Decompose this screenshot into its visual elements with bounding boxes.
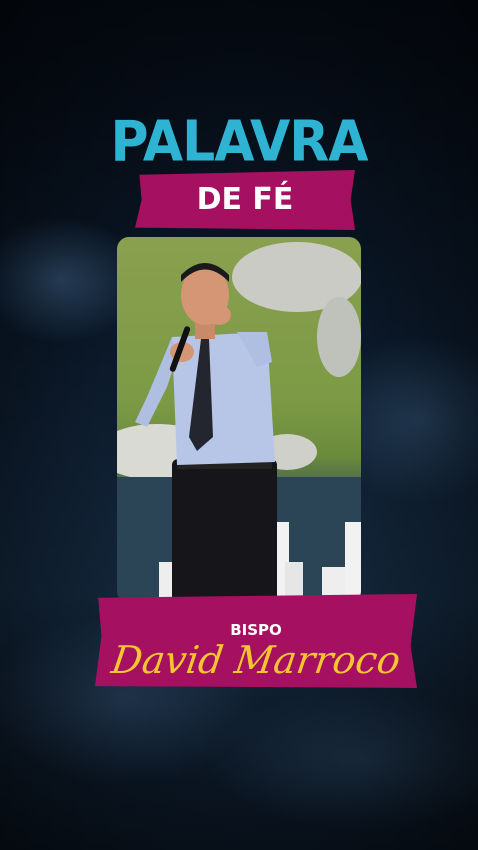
sheep-figure-2 — [317, 297, 361, 377]
hand-raised — [207, 305, 231, 325]
candle-5 — [345, 522, 361, 603]
title-line-1: PALAVRA — [110, 109, 369, 175]
speaker-role: BISPO — [230, 621, 282, 639]
speaker-name: David Marroco — [108, 638, 404, 682]
title-line-2: DE FÉ — [196, 182, 294, 217]
speaker-photo — [117, 237, 361, 603]
speaker-illustration — [117, 242, 361, 603]
trousers — [172, 459, 277, 603]
